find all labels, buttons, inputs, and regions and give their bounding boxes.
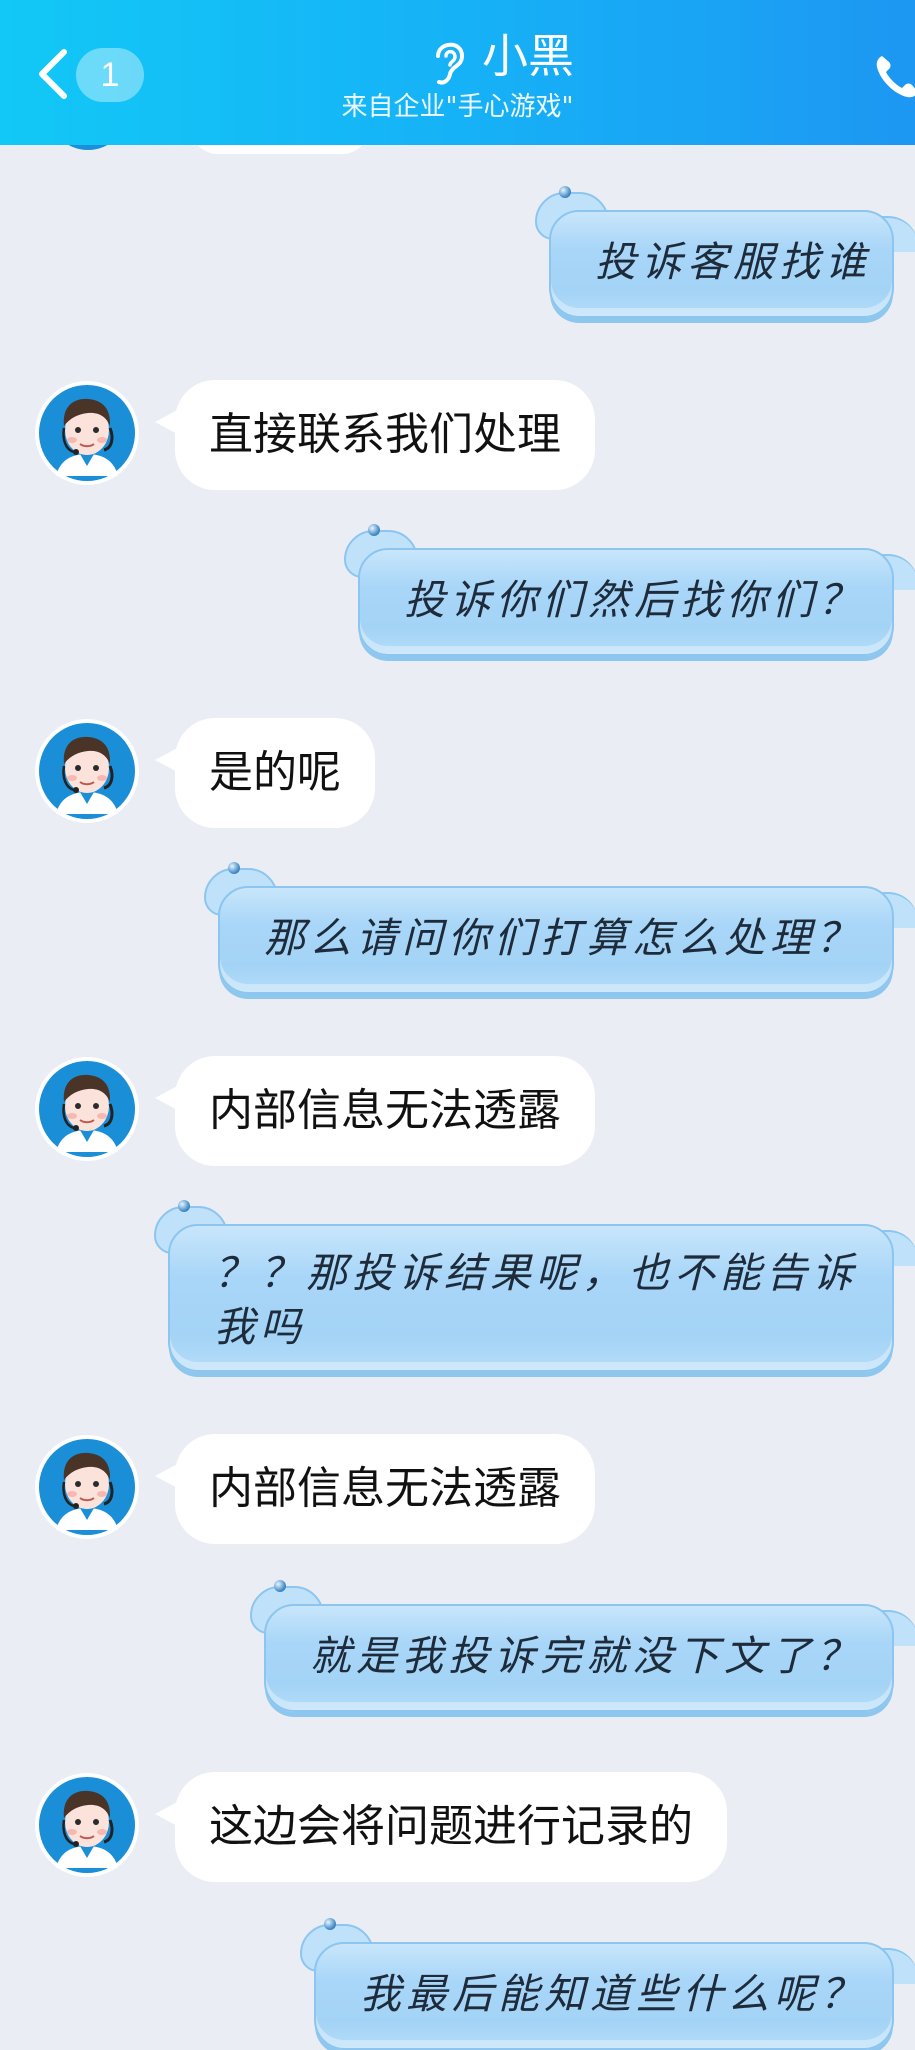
customer-service-avatar[interactable] <box>34 1056 140 1162</box>
outgoing-message[interactable]: ？？那投诉结果呢，也不能告诉我吗 <box>154 1200 915 1372</box>
bubble-ear-decoration <box>535 186 609 240</box>
incoming-message-bubble[interactable]: 这边会将问题进行记录的 <box>155 1772 727 1882</box>
message-text: 就是我投诉完就没下文了？ <box>310 1632 862 1680</box>
message-text: 是的呢 <box>209 747 341 798</box>
outgoing-message[interactable]: 我最后能知道些什么呢？ <box>300 1918 915 2050</box>
message-text: 直接联系我们处理 <box>209 409 561 460</box>
message-text: 内部信息无法透露 <box>209 1463 561 1514</box>
contact-name: 小黑 <box>482 29 574 83</box>
bubble-ear-decoration <box>250 1580 324 1634</box>
outgoing-message[interactable]: 投诉客服找谁 <box>535 186 915 318</box>
incoming-message-bubble[interactable]: 内部信息无法透露 <box>155 1056 595 1166</box>
message-text: 这边会将问题进行记录的 <box>209 1801 693 1852</box>
outgoing-message[interactable]: 那么请问你们打算怎么处理？ <box>204 862 915 994</box>
contact-subtitle: 来自企业"手心游戏" <box>341 92 574 122</box>
customer-service-avatar[interactable] <box>34 1772 140 1878</box>
bubble-ear-decoration <box>204 862 278 916</box>
ear-icon[interactable] <box>428 36 468 88</box>
phone-call-icon[interactable] <box>872 52 915 102</box>
incoming-message-bubble[interactable]: 直接联系我们处理 <box>155 380 595 490</box>
message-text: 那么请问你们打算怎么处理？ <box>264 914 862 962</box>
message-text: 内部信息无法透露 <box>209 1085 561 1136</box>
chat-header: 1 小黑 来自企业"手心游戏" <box>0 0 915 145</box>
message-text: 我最后能知道些什么呢？ <box>360 1970 866 2018</box>
outgoing-message[interactable]: 投诉你们然后找你们？ <box>344 524 915 656</box>
message-text: 投诉你们然后找你们？ <box>404 576 864 624</box>
customer-service-avatar[interactable] <box>34 718 140 824</box>
outgoing-message[interactable]: 就是我投诉完就没下文了？ <box>250 1580 915 1712</box>
bubble-ear-decoration <box>300 1918 374 1972</box>
message-text: 投诉客服找谁 <box>595 238 871 286</box>
message-text: ？？那投诉结果呢，也不能告诉我吗 <box>214 1249 858 1351</box>
customer-service-avatar[interactable] <box>34 1434 140 1540</box>
bubble-ear-decoration <box>344 524 418 578</box>
incoming-message-bubble[interactable]: 是的呢 <box>155 718 375 828</box>
incoming-message-bubble[interactable]: 内部信息无法透露 <box>155 1434 595 1544</box>
customer-service-avatar[interactable] <box>34 380 140 486</box>
bubble-ear-decoration <box>154 1200 228 1254</box>
